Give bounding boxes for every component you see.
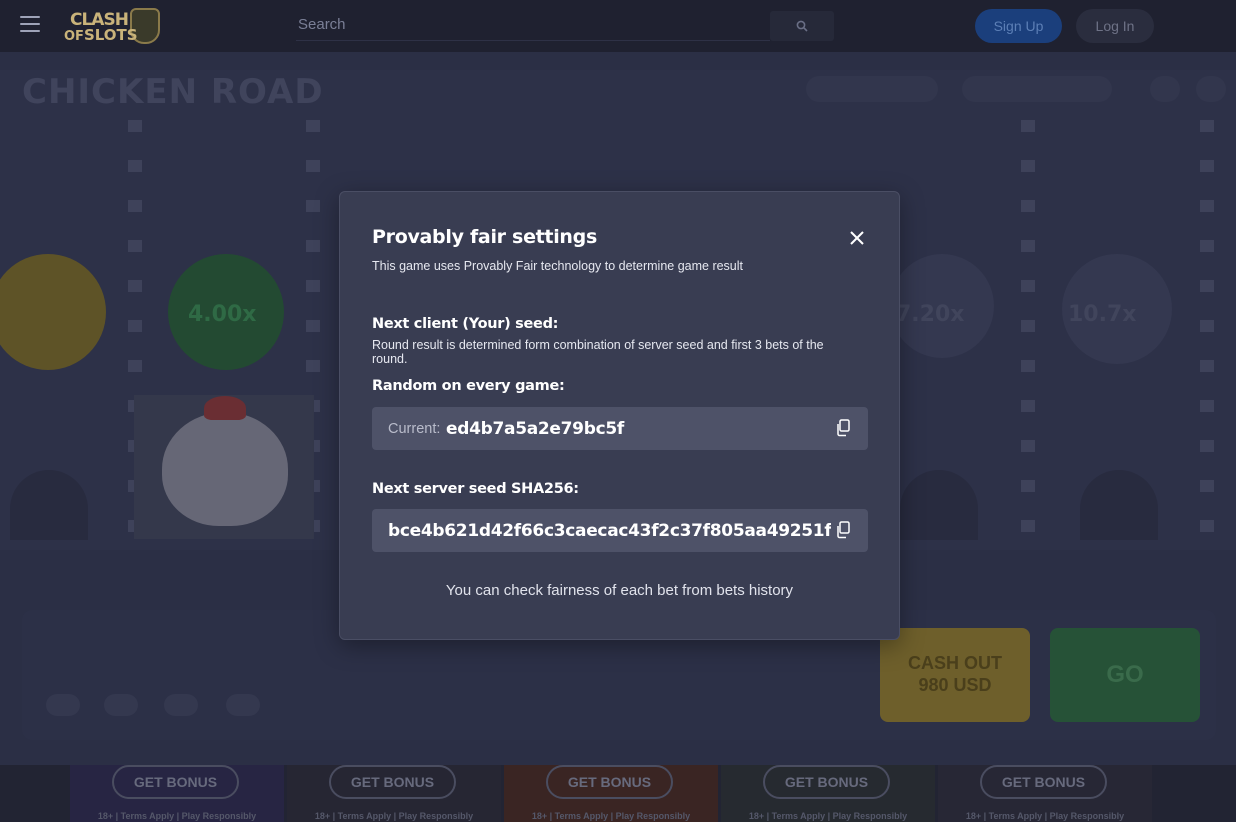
random-label: Random on every game: <box>372 378 565 394</box>
modal-title: Provably fair settings <box>372 226 597 248</box>
bonus-terms: 18+ | Terms Apply | Play Responsibly <box>314 811 474 821</box>
fairness-note: You can check fairness of each bet from … <box>445 582 794 599</box>
game-title: CHICKEN ROAD <box>22 72 324 112</box>
sewer-hole <box>1080 470 1158 540</box>
game-top-control <box>1150 76 1180 102</box>
get-bonus-button[interactable]: GET BONUS <box>546 765 673 799</box>
client-seed-label: Next client (Your) seed: <box>372 316 559 332</box>
bet-amount-chip[interactable] <box>46 694 80 716</box>
copy-icon[interactable] <box>835 521 851 539</box>
get-bonus-button[interactable]: GET BONUS <box>980 765 1107 799</box>
bet-amount-chip[interactable] <box>226 694 260 716</box>
bonus-item: GET BONUS 18+ | Terms Apply | Play Respo… <box>287 765 501 822</box>
bonus-terms: 18+ | Terms Apply | Play Responsibly <box>748 811 908 821</box>
multiplier-text: 10.7x <box>1068 302 1137 327</box>
game-top-control <box>1196 76 1226 102</box>
modal-subtitle: This game uses Provably Fair technology … <box>372 259 744 273</box>
current-prefix: Current: <box>388 421 441 437</box>
provably-fair-modal: Provably fair settings This game uses Pr… <box>339 191 900 640</box>
client-seed-description: Round result is determined form combinat… <box>372 338 824 366</box>
server-seed-value: bce4b621d42f66c3caecac43f2c37f805aa49251… <box>388 521 831 541</box>
chicken-comb-icon <box>204 396 246 420</box>
bonus-terms: 18+ | Terms Apply | Play Responsibly <box>97 811 257 821</box>
bonus-terms: 18+ | Terms Apply | Play Responsibly <box>965 811 1125 821</box>
search-icon <box>796 20 808 32</box>
log-in-button[interactable]: Log In <box>1076 9 1154 43</box>
sewer-hole <box>10 470 88 540</box>
cash-out-button[interactable]: CASH OUT 980 USD <box>880 628 1030 722</box>
get-bonus-button[interactable]: GET BONUS <box>329 765 456 799</box>
client-seed-value: ed4b7a5a2e79bc5f <box>446 419 624 439</box>
close-icon[interactable] <box>847 228 867 248</box>
bonus-item: GET BONUS 18+ | Terms Apply | Play Respo… <box>70 765 284 822</box>
site-header: CLASH OFSLOTS Search Sign Up Log In <box>0 0 1236 52</box>
server-seed-field[interactable]: bce4b621d42f66c3caecac43f2c37f805aa49251… <box>372 509 868 552</box>
logo-text-slots: OFSLOTS <box>64 26 138 44</box>
bonus-item: GET BONUS 18+ | Terms Apply | Play Respo… <box>504 765 718 822</box>
bonus-item: GET BONUS 18+ | Terms Apply | Play Respo… <box>721 765 935 822</box>
bet-amount-chip[interactable] <box>104 694 138 716</box>
server-seed-label: Next server seed SHA256: <box>372 481 579 497</box>
multiplier-text: 4.00x <box>188 302 257 327</box>
client-seed-field[interactable]: Current: ed4b7a5a2e79bc5f <box>372 407 868 450</box>
get-bonus-button[interactable]: GET BONUS <box>112 765 239 799</box>
get-bonus-button[interactable]: GET BONUS <box>763 765 890 799</box>
site-logo[interactable]: CLASH OFSLOTS <box>64 6 162 46</box>
sewer-hole <box>900 470 978 540</box>
copy-icon[interactable] <box>835 419 851 437</box>
sign-up-button[interactable]: Sign Up <box>975 9 1062 43</box>
game-top-control <box>806 76 938 102</box>
bonus-item: GET BONUS 18+ | Terms Apply | Play Respo… <box>938 765 1152 822</box>
search-input[interactable]: Search <box>296 11 770 41</box>
menu-icon[interactable] <box>20 16 40 32</box>
lane-divider <box>1200 120 1214 540</box>
lane-divider <box>1021 120 1035 540</box>
bet-amount-chip[interactable] <box>164 694 198 716</box>
multiplier-text: 7.20x <box>896 302 965 327</box>
go-button[interactable]: GO <box>1050 628 1200 722</box>
search-button[interactable] <box>770 11 834 41</box>
bonus-terms: 18+ | Terms Apply | Play Responsibly <box>531 811 691 821</box>
chicken-icon <box>162 412 288 526</box>
game-top-control <box>962 76 1112 102</box>
